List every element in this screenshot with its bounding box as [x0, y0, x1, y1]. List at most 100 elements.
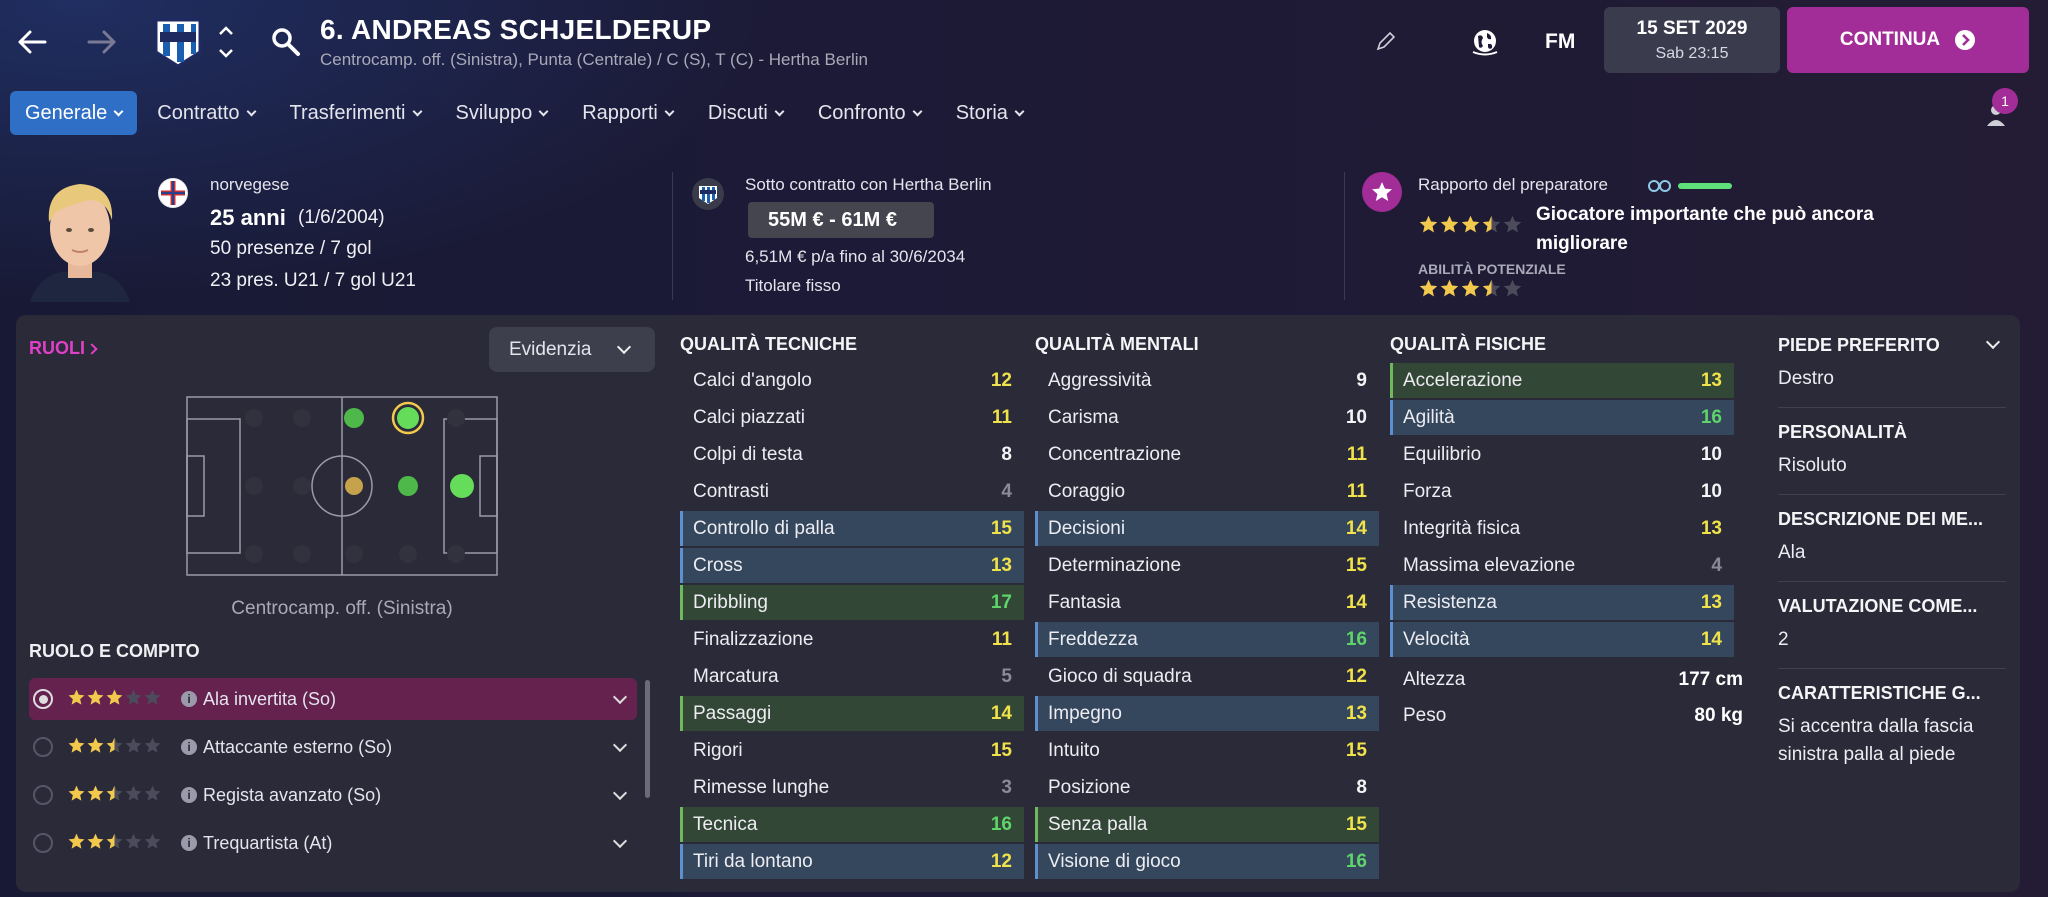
- attribute-row-mental[interactable]: Impegno 13: [1035, 696, 1379, 731]
- role-row[interactable]: i Attaccante esterno (So): [29, 726, 637, 768]
- club-crest-icon[interactable]: [150, 14, 206, 70]
- attribute-row-mental[interactable]: Coraggio 11: [1035, 474, 1379, 509]
- role-radio[interactable]: [33, 737, 53, 757]
- attribute-row-mental[interactable]: Intuito 15: [1035, 733, 1379, 768]
- tab-label: Contratto: [157, 101, 240, 124]
- attribute-row-physical[interactable]: Equilibrio 10: [1390, 437, 1734, 472]
- attribute-value: 5: [1001, 665, 1012, 687]
- tab-storia[interactable]: Storia: [941, 91, 1038, 135]
- role-stars: [68, 737, 161, 753]
- attribute-row-mental[interactable]: Carisma 10: [1035, 400, 1379, 435]
- attribute-row-technical[interactable]: Passaggi 14: [680, 696, 1024, 731]
- chevron-down-icon: [912, 106, 923, 116]
- attribute-row-physical[interactable]: Massima elevazione 4: [1390, 548, 1734, 583]
- tab-rapporti[interactable]: Rapporti: [567, 91, 688, 135]
- coach-star-icon: [1362, 172, 1402, 212]
- attribute-row-physical[interactable]: Agilità 16: [1390, 400, 1734, 435]
- chevron-down-icon[interactable]: [612, 689, 628, 705]
- attribute-name: Colpi di testa: [693, 443, 803, 465]
- star-icon: [144, 785, 161, 801]
- info-icon[interactable]: i: [181, 835, 197, 851]
- search-icon[interactable]: [270, 26, 302, 58]
- role-radio[interactable]: [33, 785, 53, 805]
- star-icon: [144, 689, 161, 705]
- weight-label: Peso: [1403, 705, 1447, 726]
- tab-generale[interactable]: Generale: [10, 91, 138, 135]
- attribute-row-technical[interactable]: Marcatura 5: [680, 659, 1024, 694]
- attribute-name: Velocità: [1403, 628, 1470, 650]
- world-globe-icon[interactable]: [1468, 24, 1502, 58]
- back-arrow-icon[interactable]: [10, 20, 54, 64]
- role-row[interactable]: i Ala invertita (So): [29, 678, 637, 720]
- attribute-row-technical[interactable]: Calci d'angolo 12: [680, 363, 1024, 398]
- tab-label: Storia: [955, 101, 1008, 124]
- role-radio[interactable]: [33, 689, 53, 709]
- star-icon: [87, 785, 104, 801]
- attribute-row-technical[interactable]: Controllo di palla 15: [680, 511, 1024, 546]
- tab-sviluppo[interactable]: Sviluppo: [441, 91, 563, 135]
- attribute-value: 12: [1345, 665, 1367, 687]
- attribute-row-mental[interactable]: Gioco di squadra 12: [1035, 659, 1379, 694]
- chevron-down-icon[interactable]: [612, 737, 628, 753]
- tab-confronto[interactable]: Confronto: [803, 91, 936, 135]
- tab-discuti[interactable]: Discuti: [693, 91, 798, 135]
- info-icon[interactable]: i: [181, 739, 197, 755]
- chevron-down-icon[interactable]: [612, 785, 628, 801]
- attribute-row-mental[interactable]: Concentrazione 11: [1035, 437, 1379, 472]
- attribute-row-mental[interactable]: Fantasia 14: [1035, 585, 1379, 620]
- attribute-row-technical[interactable]: Contrasti 4: [680, 474, 1024, 509]
- star-icon: [68, 833, 85, 849]
- attribute-row-technical[interactable]: Tecnica 16: [680, 807, 1024, 842]
- attribute-row-mental[interactable]: Visione di gioco 16: [1035, 844, 1379, 879]
- date-box[interactable]: 15 SET 2029 Sab 23:15: [1604, 7, 1780, 73]
- attribute-row-technical[interactable]: Colpi di testa 8: [680, 437, 1024, 472]
- info-icon[interactable]: i: [181, 787, 197, 803]
- attribute-name: Integrità fisica: [1403, 517, 1521, 539]
- attribute-row-physical[interactable]: Forza 10: [1390, 474, 1734, 509]
- attribute-row-mental[interactable]: Decisioni 14: [1035, 511, 1379, 546]
- star-icon: [1419, 215, 1438, 233]
- player-value-badge[interactable]: 55M € - 61M €: [748, 202, 934, 238]
- attribute-value: 4: [1711, 554, 1722, 576]
- role-row[interactable]: i Trequartista (At): [29, 822, 637, 864]
- info-icon[interactable]: i: [181, 691, 197, 707]
- fm-logo[interactable]: FM: [1545, 30, 1575, 54]
- attribute-row-mental[interactable]: Posizione 8: [1035, 770, 1379, 805]
- attribute-row-technical[interactable]: Cross 13: [680, 548, 1024, 583]
- role-row[interactable]: i Regista avanzato (So): [29, 774, 637, 816]
- attribute-row-physical[interactable]: Resistenza 13: [1390, 585, 1734, 620]
- attribute-row-mental[interactable]: Freddezza 16: [1035, 622, 1379, 657]
- player-switch-chevrons-icon[interactable]: [216, 22, 236, 62]
- preferred-foot-section[interactable]: PIEDE PREFERITO Destro: [1778, 334, 2006, 393]
- highlight-dropdown[interactable]: Evidenzia: [489, 327, 655, 372]
- attribute-row-technical[interactable]: Dribbling 17: [680, 585, 1024, 620]
- attribute-row-physical[interactable]: Accelerazione 13: [1390, 363, 1734, 398]
- attribute-name: Freddezza: [1048, 628, 1138, 650]
- attribute-row-mental[interactable]: Aggressività 9: [1035, 363, 1379, 398]
- attribute-row-technical[interactable]: Rimesse lunghe 3: [680, 770, 1024, 805]
- attribute-row-physical[interactable]: Integrità fisica 13: [1390, 511, 1734, 546]
- attribute-row-mental[interactable]: Determinazione 15: [1035, 548, 1379, 583]
- roles-link[interactable]: RUOLI: [29, 338, 98, 359]
- attribute-row-physical[interactable]: Velocità 14: [1390, 622, 1734, 657]
- attribute-name: Gioco di squadra: [1048, 665, 1192, 687]
- attribute-row-technical[interactable]: Tiri da lontano 12: [680, 844, 1024, 879]
- tab-trasferimenti[interactable]: Trasferimenti: [275, 91, 436, 135]
- star-icon: [87, 689, 104, 705]
- notification-badge[interactable]: 1: [1992, 88, 2018, 114]
- attribute-row-technical[interactable]: Rigori 15: [680, 733, 1024, 768]
- tab-label: Discuti: [707, 101, 768, 124]
- role-radio[interactable]: [33, 833, 53, 853]
- continue-button[interactable]: CONTINUA: [1787, 7, 2029, 73]
- tab-contratto[interactable]: Contratto: [142, 91, 269, 135]
- highlight-label: Evidenzia: [509, 338, 592, 360]
- attribute-row-mental[interactable]: Senza palla 15: [1035, 807, 1379, 842]
- edit-pencil-icon[interactable]: [1375, 30, 1397, 52]
- forward-arrow-icon[interactable]: [80, 20, 124, 64]
- attribute-row-technical[interactable]: Calci piazzati 11: [680, 400, 1024, 435]
- tab-bar: Generale Contratto Trasferimenti Svilupp…: [10, 91, 1043, 135]
- attribute-value: 10: [1345, 406, 1367, 428]
- role-list-scrollbar[interactable]: [645, 680, 650, 798]
- attribute-row-technical[interactable]: Finalizzazione 11: [680, 622, 1024, 657]
- chevron-down-icon[interactable]: [612, 833, 628, 849]
